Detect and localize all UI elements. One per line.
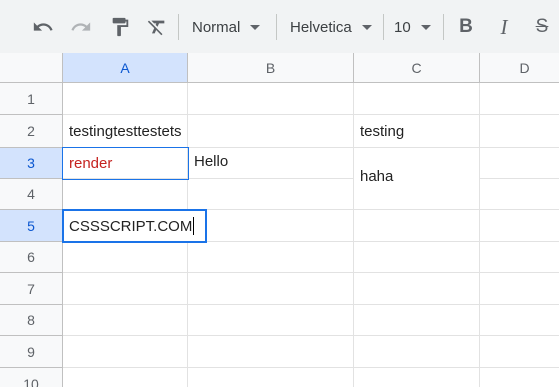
cell-b5[interactable] [188, 210, 354, 242]
row-header-4[interactable]: 4 [0, 179, 63, 210]
cell-c6[interactable] [354, 242, 480, 273]
cell-c7[interactable] [354, 273, 480, 305]
toolbar: Normal Helvetica 10 B I S [0, 0, 559, 53]
cell-a2[interactable]: testingtesttestets [63, 115, 188, 148]
undo-icon[interactable] [29, 10, 57, 44]
cell-a1[interactable] [63, 83, 188, 115]
row-header-1[interactable]: 1 [0, 83, 63, 115]
toolbar-separator [178, 14, 179, 40]
style-select[interactable]: Normal [192, 10, 261, 44]
cell-c1[interactable] [354, 83, 480, 115]
style-select-label: Normal [192, 18, 241, 36]
cell-b7[interactable] [188, 273, 354, 305]
cell-a6[interactable] [63, 242, 188, 273]
chevron-down-icon [250, 24, 261, 30]
active-cell-text: CSSSCRIPT.COM [69, 217, 193, 235]
row-header-7[interactable]: 7 [0, 273, 63, 305]
cell-d4[interactable] [480, 179, 559, 210]
row-header-10[interactable]: 10 [0, 368, 63, 387]
toolbar-separator [276, 14, 277, 40]
cell-b9[interactable] [188, 336, 354, 368]
toolbar-separator [443, 14, 444, 40]
cell-b10[interactable] [188, 368, 354, 387]
clear-format-icon[interactable] [143, 10, 171, 44]
cell-d6[interactable] [480, 242, 559, 273]
cell-c10[interactable] [354, 368, 480, 387]
select-all-corner[interactable] [0, 53, 63, 83]
cell-b2[interactable] [188, 115, 354, 148]
cell-d7[interactable] [480, 273, 559, 305]
row-header-3[interactable]: 3 [0, 148, 63, 179]
row-header-8[interactable]: 8 [0, 305, 63, 336]
chevron-down-icon [361, 24, 372, 30]
spreadsheet-grid: A B C D 1 2 3 4 5 6 7 8 9 10 testingtest… [0, 53, 559, 387]
redo-icon[interactable] [67, 10, 95, 44]
active-cell-editor[interactable]: CSSSCRIPT.COM [62, 209, 207, 243]
chevron-down-icon [420, 24, 431, 30]
bold-button[interactable]: B [457, 10, 475, 44]
font-size-label: 10 [394, 18, 411, 36]
cell-d3[interactable] [480, 148, 559, 179]
cell-c8[interactable] [354, 305, 480, 336]
font-select-label: Helvetica [290, 18, 352, 36]
row-header-9[interactable]: 9 [0, 336, 63, 368]
cell-d9[interactable] [480, 336, 559, 368]
cell-c2[interactable]: testing [354, 115, 480, 148]
cell-b6[interactable] [188, 242, 354, 273]
cell-c9[interactable] [354, 336, 480, 368]
row-header-2[interactable]: 2 [0, 115, 63, 148]
cell-c5[interactable] [354, 210, 480, 242]
cell-b4[interactable] [188, 179, 354, 210]
column-header-d[interactable]: D [480, 53, 559, 83]
row-header-5[interactable]: 5 [0, 210, 63, 242]
column-header-b[interactable]: B [188, 53, 354, 83]
cell-d2[interactable] [480, 115, 559, 148]
strikethrough-button[interactable]: S [533, 10, 551, 44]
font-size-select[interactable]: 10 [394, 10, 431, 44]
font-select[interactable]: Helvetica [290, 10, 372, 44]
cell-a4[interactable] [63, 179, 188, 210]
cell-a3[interactable]: render [63, 148, 188, 179]
cell-d8[interactable] [480, 305, 559, 336]
cell-b8[interactable] [188, 305, 354, 336]
column-header-a[interactable]: A [63, 53, 188, 83]
cell-a7[interactable] [63, 273, 188, 305]
cell-d10[interactable] [480, 368, 559, 387]
italic-button[interactable]: I [496, 10, 512, 44]
cell-d1[interactable] [480, 83, 559, 115]
cell-d5[interactable] [480, 210, 559, 242]
cell-a10[interactable] [63, 368, 188, 387]
cell-a9[interactable] [63, 336, 188, 368]
column-header-c[interactable]: C [354, 53, 480, 83]
cell-b3[interactable]: Hello [188, 148, 354, 179]
cell-b1[interactable] [188, 83, 354, 115]
toolbar-separator [383, 14, 384, 40]
cell-a8[interactable] [63, 305, 188, 336]
text-cursor [193, 217, 195, 235]
row-header-6[interactable]: 6 [0, 242, 63, 273]
paint-format-icon[interactable] [106, 10, 134, 44]
cell-c3-merged[interactable]: haha [354, 148, 480, 210]
